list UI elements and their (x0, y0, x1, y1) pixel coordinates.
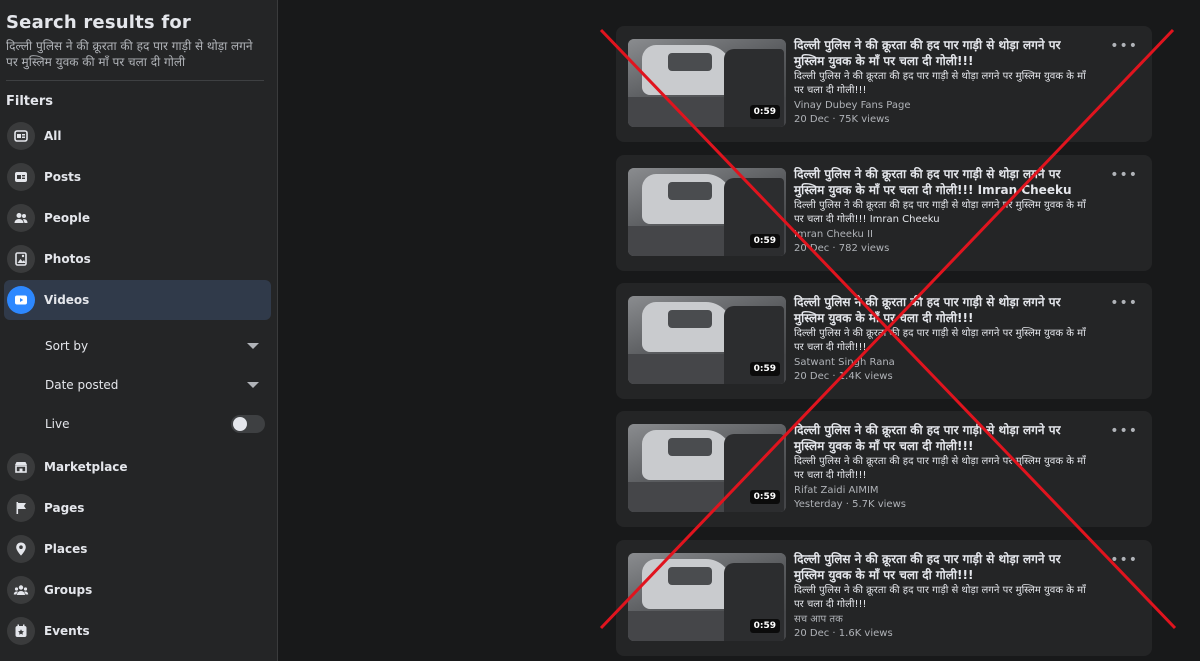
video-meta: 20 Dec · 1.6K views (794, 628, 893, 639)
video-title[interactable]: दिल्ली पुलिस ने की क्रूरता की हद पार गाड… (794, 294, 1094, 326)
posts-icon (7, 163, 35, 191)
video-result-card[interactable]: 0:59 दिल्ली पुलिस ने की क्रूरता की हद पा… (616, 540, 1152, 656)
nav-item-events[interactable]: Events (4, 611, 271, 651)
video-thumbnail[interactable]: 0:59 (628, 168, 786, 256)
pages-icon (7, 494, 35, 522)
nav-item-marketplace[interactable]: Marketplace (4, 447, 271, 487)
video-author[interactable]: सच आप तक (794, 613, 1094, 627)
video-duration: 0:59 (749, 105, 780, 119)
video-result-card[interactable]: 0:59 दिल्ली पुलिस ने की क्रूरता की हद पा… (616, 283, 1152, 399)
nav-label: Groups (44, 583, 93, 597)
nav-item-places[interactable]: Places (4, 529, 271, 569)
photos-icon (7, 245, 35, 273)
video-author[interactable]: Imran Cheeku II (794, 228, 1094, 242)
nav-label: All (44, 129, 62, 143)
toggle-knob (233, 417, 247, 431)
live-label: Live (45, 417, 70, 431)
nav-item-people[interactable]: People (4, 198, 271, 238)
video-author[interactable]: Satwant Singh Rana (794, 356, 1094, 370)
video-thumbnail[interactable]: 0:59 (628, 39, 786, 127)
nav-label: Photos (44, 252, 91, 266)
video-duration: 0:59 (749, 362, 780, 376)
marketplace-icon (7, 453, 35, 481)
more-options-icon[interactable]: ••• (1110, 38, 1138, 54)
more-options-icon[interactable]: ••• (1110, 552, 1138, 568)
video-title[interactable]: दिल्ली पुलिस ने की क्रूरता की हद पार गाड… (794, 551, 1094, 583)
nav-label: Pages (44, 501, 85, 515)
caret-down-icon (247, 382, 259, 388)
video-meta: Yesterday · 5.7K views (794, 499, 906, 510)
more-options-icon[interactable]: ••• (1110, 295, 1138, 311)
video-author[interactable]: Rifat Zaidi AIMIM (794, 484, 1094, 498)
video-description: दिल्ली पुलिस ने की क्रूरता की हद पार गाड… (794, 200, 1086, 225)
video-meta: 20 Dec · 1.4K views (794, 371, 893, 382)
video-meta: 20 Dec · 782 views (794, 243, 890, 254)
video-duration: 0:59 (749, 619, 780, 633)
groups-icon (7, 576, 35, 604)
video-meta: 20 Dec · 75K views (794, 114, 890, 125)
video-duration: 0:59 (749, 234, 780, 248)
video-thumbnail[interactable]: 0:59 (628, 424, 786, 512)
video-author[interactable]: Vinay Dubey Fans Page (794, 99, 1094, 113)
video-description: दिल्ली पुलिस ने की क्रूरता की हद पार गाड… (794, 456, 1086, 481)
nav-item-pages[interactable]: Pages (4, 488, 271, 528)
sort-by-label: Sort by (45, 339, 89, 353)
nav-label: Marketplace (44, 460, 128, 474)
video-title[interactable]: दिल्ली पुलिस ने की क्रूरता की हद पार गाड… (794, 422, 1094, 454)
video-description: दिल्ली पुलिस ने की क्रूरता की हद पार गाड… (794, 71, 1086, 96)
nav-item-all[interactable]: All (4, 116, 271, 156)
nav-label: People (44, 211, 91, 225)
nav-item-groups[interactable]: Groups (4, 570, 271, 610)
caret-down-icon (247, 343, 259, 349)
search-sidebar: Search results for दिल्ली पुलिस ने की क्… (0, 0, 278, 661)
more-options-icon[interactable]: ••• (1110, 167, 1138, 183)
video-thumbnail[interactable]: 0:59 (628, 553, 786, 641)
nav-label: Places (44, 542, 88, 556)
date-posted-label: Date posted (45, 378, 119, 392)
people-icon (7, 204, 35, 232)
app-window: Search results for दिल्ली पुलिस ने की क्… (0, 0, 1200, 661)
video-title[interactable]: दिल्ली पुलिस ने की क्रूरता की हद पार गाड… (794, 37, 1094, 69)
video-result-card[interactable]: 0:59 दिल्ली पुलिस ने की क्रूरता की हद पा… (616, 411, 1152, 527)
live-toggle[interactable] (231, 415, 265, 433)
nav-label: Posts (44, 170, 82, 184)
events-icon (7, 617, 35, 645)
nav-label: Videos (44, 293, 90, 307)
video-result-card[interactable]: 0:59 दिल्ली पुलिस ने की क्रूरता की हद पा… (616, 26, 1152, 142)
live-filter-row: Live (45, 409, 267, 439)
sidebar-heading: Search results for (6, 12, 191, 33)
video-description: दिल्ली पुलिस ने की क्रूरता की हद पार गाड… (794, 585, 1086, 610)
videos-icon (7, 286, 35, 314)
video-duration: 0:59 (749, 490, 780, 504)
sort-by-dropdown[interactable]: Sort by (45, 331, 267, 361)
nav-label: Events (44, 624, 90, 638)
video-title[interactable]: दिल्ली पुलिस ने की क्रूरता की हद पार गाड… (794, 166, 1094, 198)
nav-item-posts[interactable]: Posts (4, 157, 271, 197)
more-options-icon[interactable]: ••• (1110, 423, 1138, 439)
sidebar-divider (6, 80, 264, 81)
all-icon (7, 122, 35, 150)
video-description: दिल्ली पुलिस ने की क्रूरता की हद पार गाड… (794, 328, 1086, 353)
places-icon (7, 535, 35, 563)
nav-item-videos[interactable]: Videos (4, 280, 271, 320)
video-result-card[interactable]: 0:59 दिल्ली पुलिस ने की क्रूरता की हद पा… (616, 155, 1152, 271)
video-thumbnail[interactable]: 0:59 (628, 296, 786, 384)
nav-item-photos[interactable]: Photos (4, 239, 271, 279)
filters-label: Filters (6, 94, 53, 109)
search-query-text: दिल्ली पुलिस ने की क्रूरता की हद पार गाड… (6, 39, 253, 69)
date-posted-dropdown[interactable]: Date posted (45, 370, 267, 400)
